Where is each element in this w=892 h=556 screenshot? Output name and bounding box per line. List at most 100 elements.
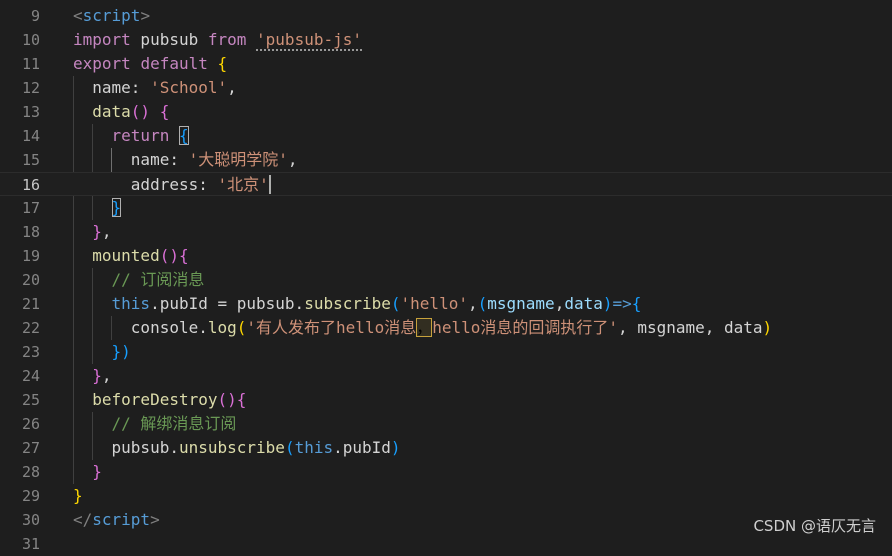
code-line[interactable]: 27 pubsub.unsubscribe(this.pubId) xyxy=(0,436,892,460)
code-token: return xyxy=(111,126,170,145)
code-line[interactable]: 12 name: 'School', xyxy=(0,76,892,100)
code-line[interactable]: 15 name: '大聪明学院', xyxy=(0,148,892,172)
line-number: 26 xyxy=(21,415,40,433)
code-text: export default { xyxy=(73,52,227,76)
code-text: // 订阅消息 xyxy=(73,268,205,292)
code-token: { xyxy=(217,54,228,73)
code-line[interactable]: 24 }, xyxy=(0,364,892,388)
line-number: 30 xyxy=(21,511,40,529)
code-line[interactable]: 26 // 解绑消息订阅 xyxy=(0,412,892,436)
code-text: console.log('有人发布了hello消息，hello消息的回调执行了'… xyxy=(73,316,772,340)
code-line[interactable]: 10 import pubsub from 'pubsub-js' xyxy=(0,28,892,52)
code-token: '北京' xyxy=(217,175,269,194)
code-text: // 解绑消息订阅 xyxy=(73,412,237,436)
code-token: log xyxy=(207,318,237,337)
code-text: import pubsub from 'pubsub-js' xyxy=(73,28,362,52)
code-line[interactable]: 17 } xyxy=(0,196,892,220)
code-token: ( xyxy=(284,438,295,457)
code-text: name: 'School', xyxy=(73,76,237,100)
code-token: }) xyxy=(111,342,131,361)
code-token: .pubId xyxy=(333,438,391,457)
code-token: from xyxy=(207,30,247,49)
line-number: 17 xyxy=(21,199,40,217)
code-text: </script> xyxy=(73,508,160,532)
code-token: this xyxy=(294,438,334,457)
code-line[interactable]: 23 }) xyxy=(0,340,892,364)
code-token: '有人发布了hello消息 xyxy=(246,318,417,337)
code-token: address: xyxy=(73,175,218,194)
code-token: 'School' xyxy=(150,78,228,97)
code-line[interactable]: 28 } xyxy=(0,460,892,484)
code-text: this.pubId = pubsub.subscribe('hello',(m… xyxy=(73,292,642,316)
code-line[interactable]: 21 this.pubId = pubsub.subscribe('hello'… xyxy=(0,292,892,316)
watermark: CSDN @语仄无言 xyxy=(753,517,876,535)
code-token: subscribe xyxy=(304,294,391,313)
code-token: 'hello' xyxy=(400,294,468,313)
code-text: }) xyxy=(73,340,131,364)
code-token: export xyxy=(73,54,131,73)
line-number: 22 xyxy=(21,319,40,337)
code-token: name: xyxy=(73,150,189,169)
code-editor[interactable]: 9 <script> 10 import pubsub from 'pubsub-js… xyxy=(0,0,892,553)
code-token: > xyxy=(140,6,151,25)
code-line[interactable]: 11 export default { xyxy=(0,52,892,76)
line-number: 11 xyxy=(21,55,40,73)
code-line[interactable]: 22 console.log('有人发布了hello消息，hello消息的回调执… xyxy=(0,316,892,340)
code-token: , xyxy=(554,294,565,313)
code-token: default xyxy=(140,54,208,73)
code-token: '大聪明学院' xyxy=(188,150,288,169)
line-number: 19 xyxy=(21,247,40,265)
code-line[interactable]: 13 data() { xyxy=(0,100,892,124)
code-token: < xyxy=(73,6,83,25)
code-line[interactable]: 9 <script> xyxy=(0,4,892,28)
code-line[interactable]: 29} xyxy=(0,484,892,508)
code-token: msgname xyxy=(487,294,555,313)
code-line[interactable]: 20 // 订阅消息 xyxy=(0,268,892,292)
code-token: ， xyxy=(416,318,433,337)
code-line[interactable]: 16 address: '北京' xyxy=(0,172,892,196)
text-cursor xyxy=(268,175,271,194)
code-token: () xyxy=(130,102,151,121)
line-number: 16 xyxy=(21,176,40,194)
code-token: } xyxy=(92,462,102,481)
code-token: ) xyxy=(390,438,401,457)
code-token: unsubscribe xyxy=(178,438,285,457)
code-token: , xyxy=(101,366,112,385)
code-token: ( xyxy=(390,294,401,313)
code-text: }, xyxy=(73,364,112,388)
code-text: }, xyxy=(73,220,112,244)
line-number: 29 xyxy=(21,487,40,505)
code-line[interactable]: 19 mounted(){ xyxy=(0,244,892,268)
line-number: 13 xyxy=(21,103,40,121)
code-token: { xyxy=(159,102,170,121)
code-line[interactable]: 18 }, xyxy=(0,220,892,244)
line-number: 21 xyxy=(21,295,40,313)
code-text: name: '大聪明学院', xyxy=(73,148,298,172)
line-number: 27 xyxy=(21,439,40,457)
code-token: (){ xyxy=(159,246,189,265)
line-number: 20 xyxy=(21,271,40,289)
code-token: this xyxy=(111,294,151,313)
code-token: , xyxy=(101,222,112,241)
code-token: , xyxy=(227,78,237,97)
code-token: , xyxy=(467,294,478,313)
code-line[interactable]: 14 return { xyxy=(0,124,892,148)
code-token: mounted xyxy=(92,246,160,265)
line-number: 14 xyxy=(21,127,40,145)
line-number: 12 xyxy=(21,79,40,97)
code-line[interactable]: 25 beforeDestroy(){ xyxy=(0,388,892,412)
code-token: ( xyxy=(236,318,247,337)
code-token: console. xyxy=(73,318,208,337)
line-number: 28 xyxy=(21,463,40,481)
code-token: // 订阅消息 xyxy=(111,270,205,289)
code-text: beforeDestroy(){ xyxy=(73,388,246,412)
